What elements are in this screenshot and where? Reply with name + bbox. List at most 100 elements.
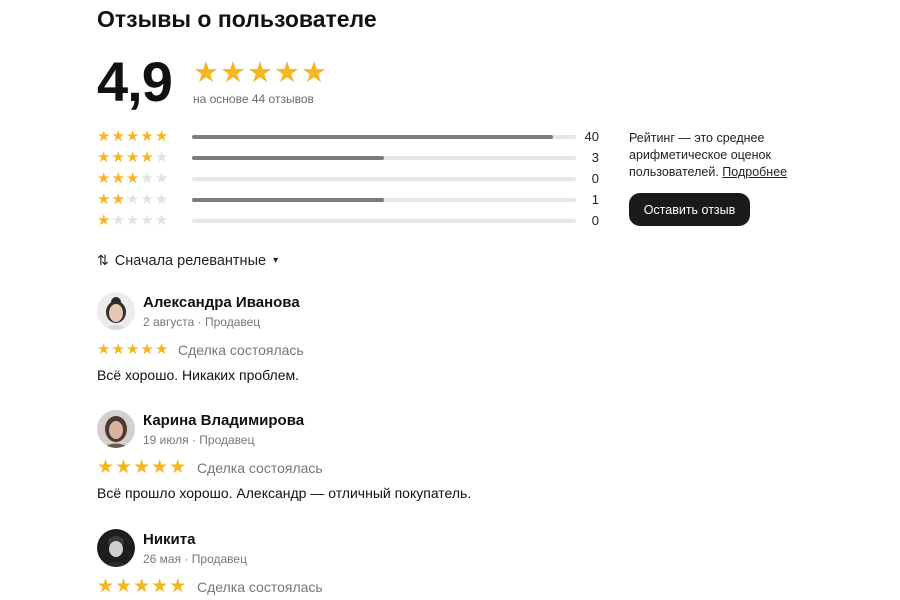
star-icon: ★ [115,457,133,478]
review-stars: ★ ★ ★ ★ ★ [97,457,187,478]
breakdown-count: 40 [584,129,599,144]
breakdown-stars: ★ ★ ★ ★ ★ [97,128,168,145]
star-icon: ★ [169,576,187,597]
reviewer-name[interactable]: Карина Владимирова [143,412,304,429]
review-meta: 26 мая · Продавец [143,552,247,566]
star-icon: ★ [193,57,219,89]
deal-status: Сделка состоялась [197,579,323,595]
rating-score: 4,9 [97,50,173,113]
star-icon: ★ [133,576,151,597]
star-icon: ★ [111,170,125,187]
star-icon: ★ [140,170,154,187]
deal-status: Сделка состоялась [197,460,323,476]
star-icon: ★ [140,149,154,166]
star-icon: ★ [97,457,115,478]
rating-info: Рейтинг — это среднее арифметическое оце… [629,130,819,181]
star-icon: ★ [111,191,125,208]
breakdown-bar [192,135,576,139]
breakdown-count: 0 [591,171,599,186]
breakdown-stars: ★ ★ ★ ★ ★ [97,149,168,166]
star-icon: ★ [151,576,169,597]
star-icon: ★ [140,128,154,145]
star-icon: ★ [220,57,246,89]
rating-breakdown: ★ ★ ★ ★ ★ 40 ★ ★ ★ ★ ★ 3 ★ ★ ★ ★ ★ 0 ★ ★ ★ ★ ★ 1 ★ ★ ★ ★ ★ 0 [97,128,607,233]
star-icon: ★ [97,212,111,229]
avatar[interactable] [97,529,135,567]
reviewer-name[interactable]: Александра Иванова [143,294,300,311]
breakdown-row-2: ★ ★ ★ ★ ★ 1 [97,191,607,212]
review-meta: 19 июля · Продавец [143,433,255,447]
page-title: Отзывы о пользователе [97,6,377,32]
star-icon: ★ [154,341,169,358]
star-icon: ★ [140,212,154,229]
star-icon: ★ [133,457,151,478]
star-icon: ★ [154,128,169,145]
review-meta: 2 августа · Продавец [143,315,261,329]
review-item: Александра Иванова 2 августа · Продавец … [97,292,797,392]
star-icon: ★ [154,191,169,208]
reviewer-name[interactable]: Никита [143,531,195,548]
breakdown-bar [192,177,576,181]
breakdown-row-1: ★ ★ ★ ★ ★ 0 [97,212,607,233]
star-icon: ★ [111,341,125,358]
review-text: Всё хорошо. Никаких проблем. [97,367,300,383]
star-icon: ★ [97,170,111,187]
deal-status: Сделка состоялась [178,342,304,358]
sort-icon: ⇅ [97,252,109,268]
breakdown-stars: ★ ★ ★ ★ ★ [97,212,168,229]
star-icon: ★ [111,212,125,229]
star-icon: ★ [140,341,154,358]
sort-dropdown[interactable]: ⇅ Сначала релевантные ▾ [97,252,278,269]
review-item: Никита 26 мая · Продавец ★ ★ ★ ★ ★ Сделк… [97,529,797,599]
star-icon: ★ [151,457,169,478]
star-icon: ★ [125,128,140,145]
star-icon: ★ [111,128,125,145]
sort-label: Сначала релевантные [114,252,267,269]
leave-review-button[interactable]: Оставить отзыв [629,193,750,226]
breakdown-bar-fill [192,135,553,139]
star-icon: ★ [97,341,111,358]
breakdown-row-4: ★ ★ ★ ★ ★ 3 [97,149,607,170]
breakdown-count: 1 [591,192,599,207]
star-icon: ★ [169,457,187,478]
breakdown-stars: ★ ★ ★ ★ ★ [97,170,168,187]
breakdown-bar-fill [192,198,384,202]
star-icon: ★ [125,341,140,358]
rating-stars: ★ ★ ★ ★ ★ [193,58,327,88]
star-icon: ★ [274,57,300,89]
avatar[interactable] [97,292,135,330]
breakdown-count: 0 [591,213,599,228]
star-icon: ★ [154,149,169,166]
star-icon: ★ [154,170,169,187]
breakdown-count: 3 [591,150,599,165]
star-icon: ★ [140,191,154,208]
breakdown-bar-fill [192,156,384,160]
star-icon: ★ [97,149,111,166]
breakdown-bar [192,198,576,202]
breakdown-row-3: ★ ★ ★ ★ ★ 0 [97,170,607,191]
review-text: Всё прошло хорошо. Александр — отличный … [97,485,472,501]
star-icon: ★ [154,212,169,229]
star-icon: ★ [115,576,133,597]
review-stars: ★ ★ ★ ★ ★ [97,341,168,359]
star-icon: ★ [247,57,273,89]
breakdown-bar [192,219,576,223]
breakdown-bar [192,156,576,160]
star-icon: ★ [97,576,115,597]
review-item: Карина Владимирова 19 июля · Продавец ★ … [97,410,797,510]
review-count: на основе 44 отзывов [193,92,314,106]
star-icon: ★ [111,149,125,166]
star-icon: ★ [125,149,140,166]
star-icon: ★ [97,191,111,208]
more-link[interactable]: Подробнее [722,165,787,179]
star-icon: ★ [301,57,327,89]
review-stars: ★ ★ ★ ★ ★ [97,576,187,597]
breakdown-row-5: ★ ★ ★ ★ ★ 40 [97,128,607,149]
star-icon: ★ [125,212,140,229]
breakdown-stars: ★ ★ ★ ★ ★ [97,191,168,208]
chevron-down-icon: ▾ [273,255,279,266]
star-icon: ★ [125,170,140,187]
avatar[interactable] [97,410,135,448]
star-icon: ★ [97,128,111,145]
star-icon: ★ [125,191,140,208]
